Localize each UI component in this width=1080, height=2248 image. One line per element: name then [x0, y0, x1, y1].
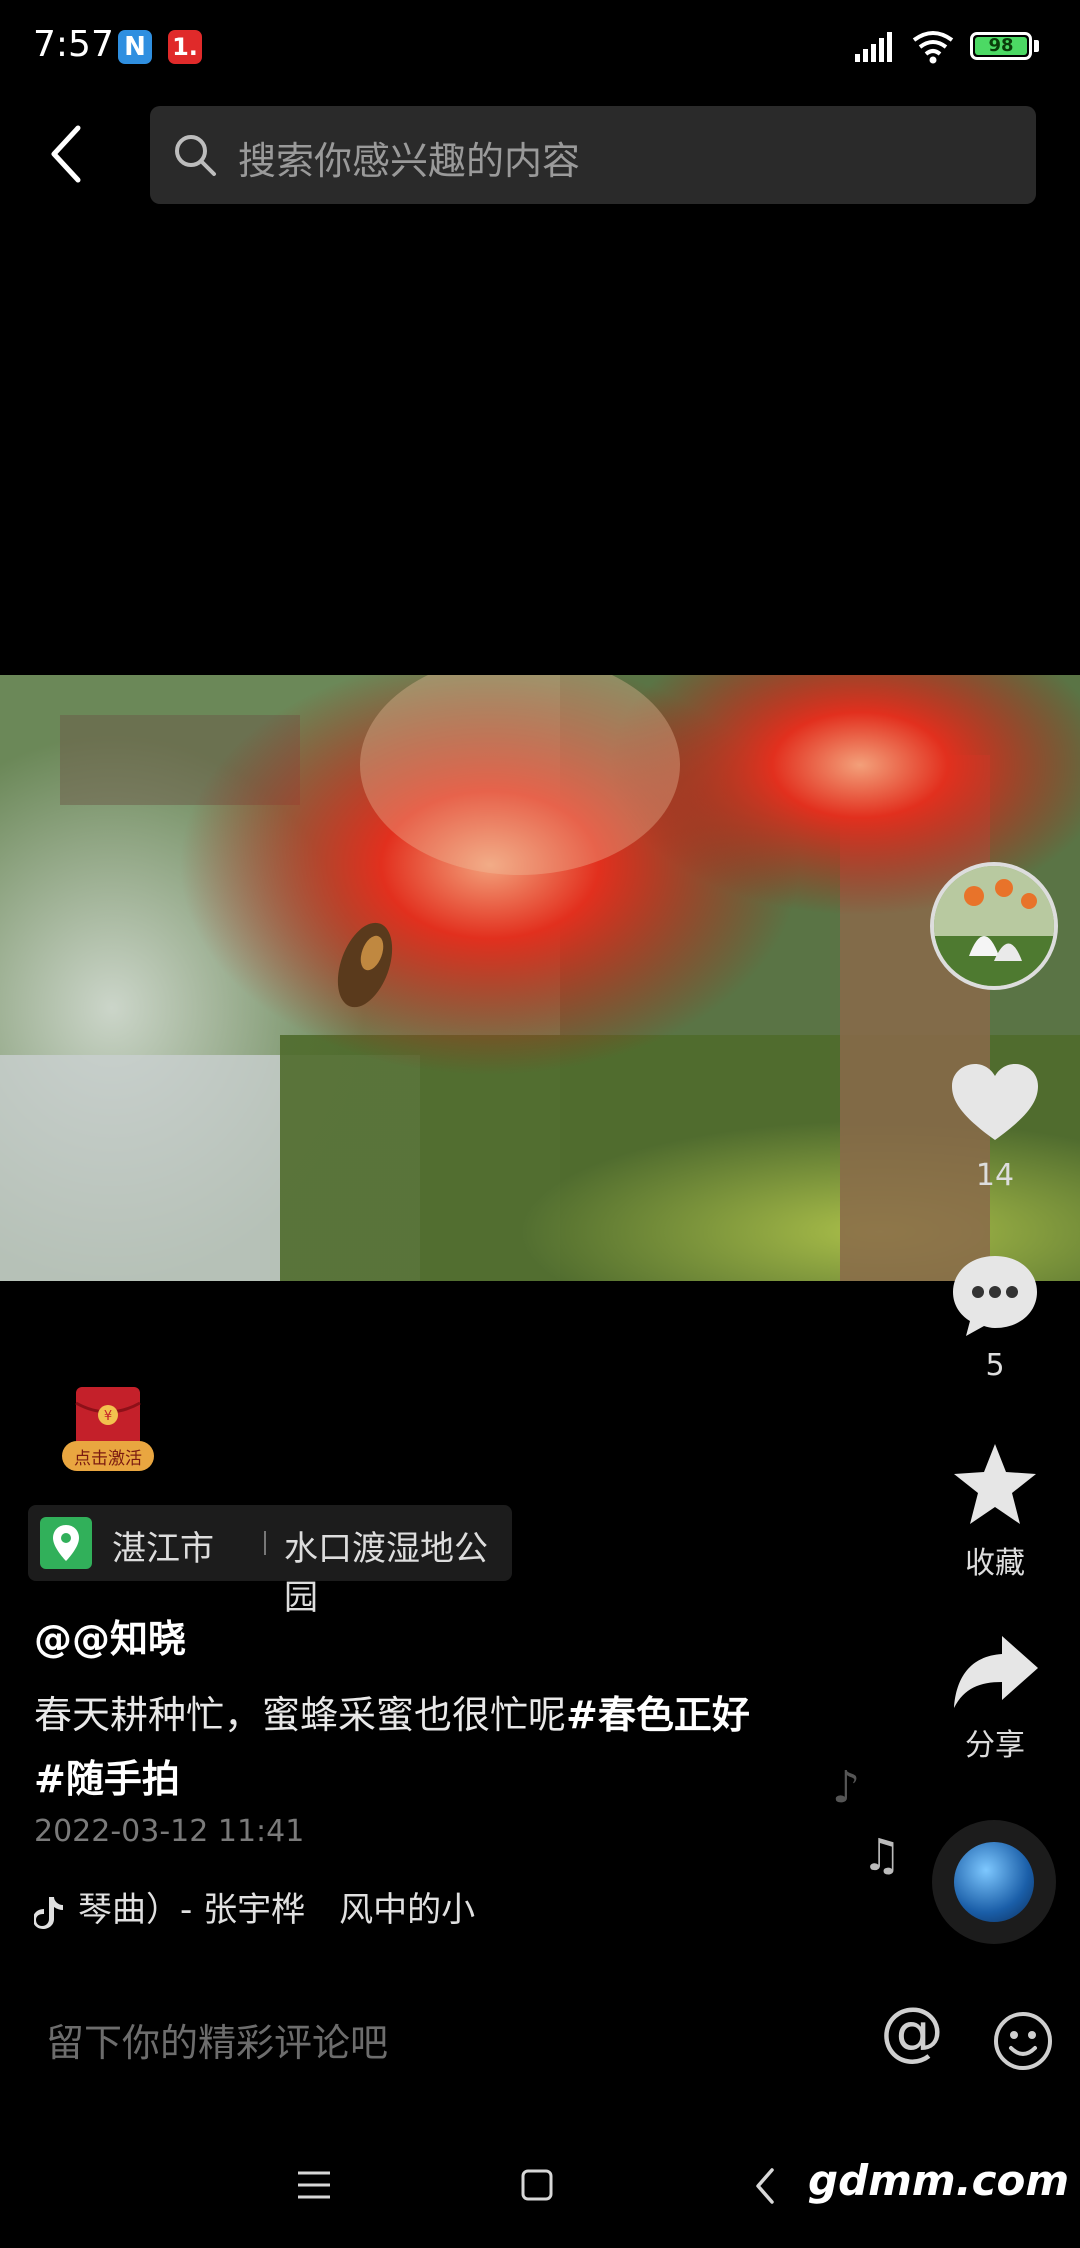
comment-count: 5 — [985, 1348, 1005, 1383]
location-place: 水口渡湿地公园 — [284, 1529, 488, 1618]
music-note-icon: ♪ — [832, 1762, 861, 1813]
nav-back-icon[interactable] — [752, 2166, 778, 2206]
music-note-icon: ♫ — [862, 1830, 902, 1881]
location-tag[interactable]: 湛江市 水口渡湿地公园 — [28, 1505, 512, 1618]
search-icon — [175, 135, 216, 176]
favorite-label: 收藏 — [965, 1546, 1025, 1581]
search-placeholder: 搜索你感兴趣的内容 — [238, 139, 581, 183]
author-name[interactable]: @@知晓 — [34, 1608, 186, 1663]
author-avatar[interactable] — [930, 862, 1058, 990]
emoji-icon[interactable] — [992, 2010, 1054, 2072]
video-player[interactable] — [0, 675, 1080, 1281]
red-packet-button[interactable]: ¥ 点击激活 — [62, 1385, 154, 1473]
star-icon[interactable] — [950, 1440, 1040, 1530]
location-city: 湛江市 — [112, 1529, 214, 1569]
heart-icon[interactable] — [950, 1060, 1040, 1150]
menu-icon[interactable] — [296, 2168, 332, 2202]
location-pin-icon — [40, 1517, 92, 1569]
post-description: 春天耕种忙，蜜蜂采蜜也很忙呢#春色正好 — [34, 1684, 750, 1739]
comment-input[interactable]: 留下你的精彩评论吧 — [46, 2012, 388, 2067]
location-separator — [264, 1531, 266, 1555]
signal-icon — [855, 32, 892, 62]
share-label: 分享 — [965, 1728, 1025, 1763]
watermark: gdmm.com — [808, 2156, 1070, 2205]
svg-text:¥: ¥ — [104, 1409, 112, 1424]
status-time: 7:57 — [33, 24, 114, 65]
comment-icon[interactable] — [950, 1250, 1040, 1340]
music-info[interactable]: 琴曲）- 张宇桦 风中的小 — [34, 1882, 475, 1931]
music-cover — [954, 1842, 1034, 1922]
post-date: 2022-03-12 11:41 — [34, 1814, 305, 1849]
video-frame — [0, 675, 1080, 1281]
hashtag-link[interactable]: #春色正好 — [566, 1693, 750, 1737]
battery-icon: 98 — [970, 32, 1032, 60]
notification-app-icon: 1. — [168, 30, 202, 64]
at-icon[interactable]: @ — [880, 2000, 944, 2064]
notification-app-icon: N — [118, 30, 152, 64]
hashtag-link[interactable]: #随手拍 — [34, 1757, 180, 1801]
post-text: 春天耕种忙，蜜蜂采蜜也很忙呢 — [34, 1693, 567, 1737]
search-input[interactable]: 搜索你感兴趣的内容 — [150, 106, 1036, 204]
red-packet-label: 点击激活 — [74, 1449, 142, 1469]
tiktok-icon — [34, 1896, 63, 1929]
home-icon[interactable] — [520, 2168, 554, 2202]
battery-level: 98 — [975, 37, 1027, 55]
back-arrow-icon[interactable] — [40, 118, 100, 188]
share-icon[interactable] — [950, 1628, 1040, 1718]
music-disc[interactable] — [932, 1820, 1056, 1944]
avatar-image — [934, 866, 1054, 986]
battery-tip — [1034, 40, 1039, 52]
like-count: 14 — [975, 1158, 1015, 1193]
post-description-line2: #随手拍 — [34, 1748, 180, 1803]
music-title: 琴曲）- 张宇桦 风中的小 — [78, 1890, 476, 1930]
wifi-icon — [912, 31, 954, 64]
